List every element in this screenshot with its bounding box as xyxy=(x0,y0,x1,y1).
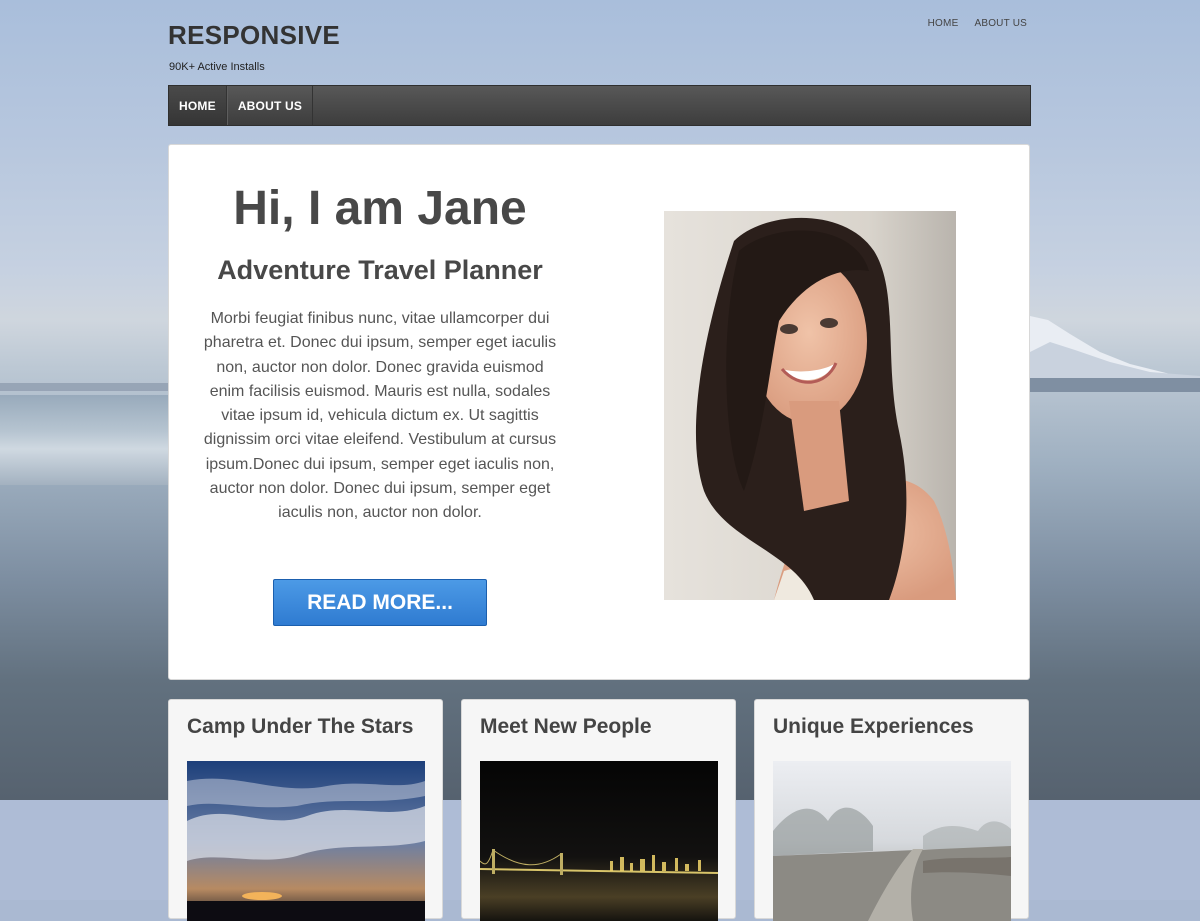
feature-card-experiences: Unique Experiences xyxy=(754,699,1029,921)
background-sea xyxy=(0,395,170,485)
read-more-button[interactable]: READ MORE... xyxy=(273,579,487,626)
site-title[interactable]: RESPONSIVE xyxy=(168,20,340,51)
top-menu-about-link[interactable]: ABOUT US xyxy=(974,18,1027,29)
hero-title: Hi, I am Jane xyxy=(233,182,527,235)
feature-card-camp: Camp Under The Stars xyxy=(168,699,443,921)
nav-item-home[interactable]: HOME xyxy=(169,86,227,125)
hero-text-block: Hi, I am Jane Adventure Travel Planner M… xyxy=(199,179,561,526)
feature-image-bridge xyxy=(480,761,718,921)
hero-body-text: Morbi feugiat finibus nunc, vitae ullamc… xyxy=(203,310,557,522)
feature-image-foggy-path xyxy=(773,761,1011,921)
feature-image-sunset xyxy=(187,761,425,921)
background-mountain xyxy=(1030,316,1200,392)
feature-card-people: Meet New People xyxy=(461,699,736,921)
site-tagline: 90K+ Active Installs xyxy=(169,61,265,73)
top-menu-home-link[interactable]: HOME xyxy=(928,18,959,29)
feature-title-people: Meet New People xyxy=(480,715,652,738)
hero-subtitle: Adventure Travel Planner xyxy=(217,255,543,285)
top-menu: HOME ABOUT US xyxy=(928,18,1027,29)
portrait-image xyxy=(664,211,956,600)
hero-section: Hi, I am Jane Adventure Travel Planner M… xyxy=(168,144,1030,680)
feature-title-experiences: Unique Experiences xyxy=(773,715,974,738)
main-nav: HOME ABOUT US xyxy=(168,85,1031,126)
portrait-photo xyxy=(664,211,956,600)
nav-item-about-us[interactable]: ABOUT US xyxy=(226,86,314,125)
feature-title-camp: Camp Under The Stars xyxy=(187,715,414,738)
